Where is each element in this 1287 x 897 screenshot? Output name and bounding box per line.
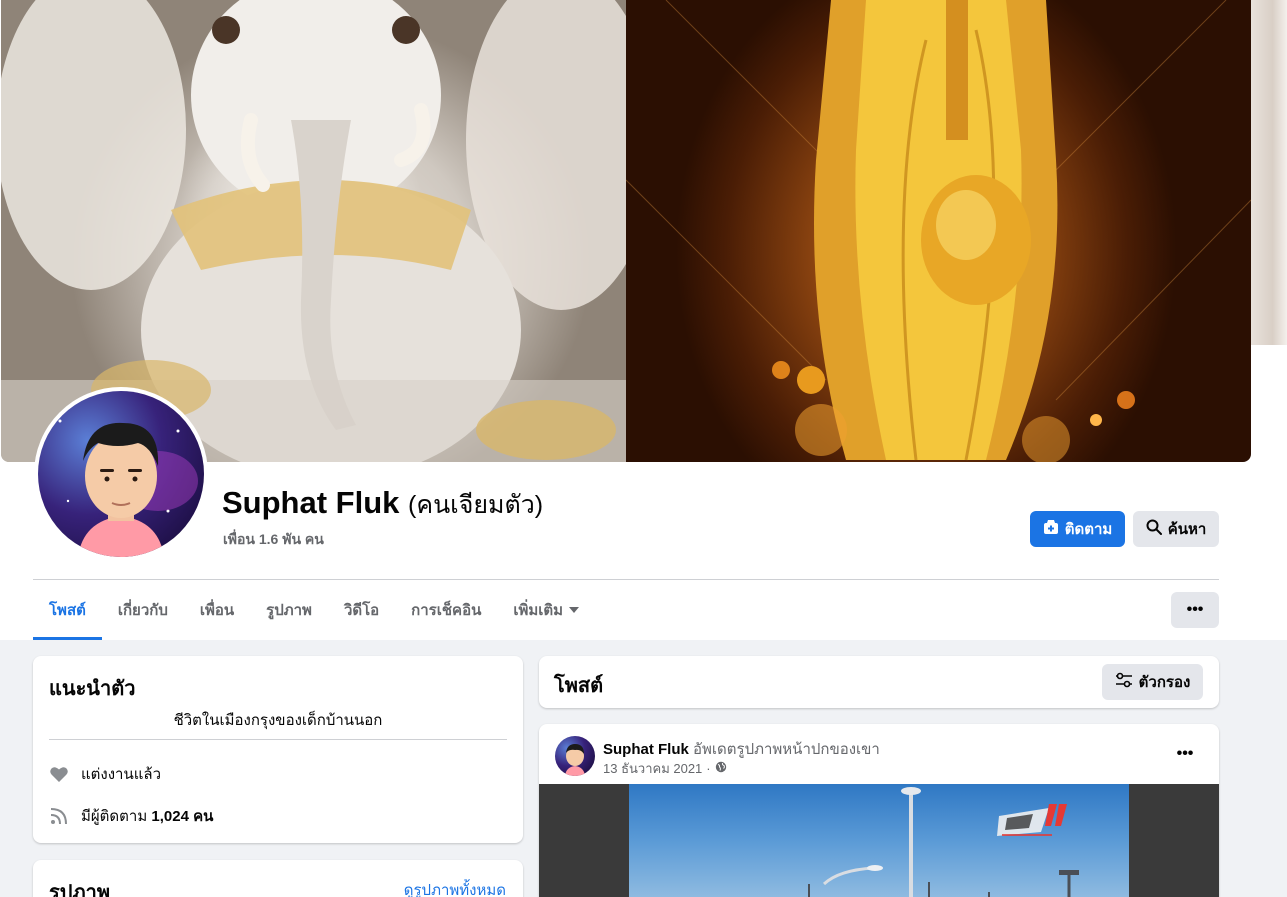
profile-display-name: Suphat Fluk	[222, 485, 400, 520]
post-author-avatar[interactable]	[555, 736, 595, 776]
followers-count: 1,024 คน	[151, 808, 214, 825]
intro-divider	[49, 739, 507, 740]
profile-name: Suphat Fluk (คนเจียมตัว)	[222, 485, 543, 525]
search-button-label: ค้นหา	[1167, 521, 1207, 538]
post-meta: 13 ธันวาคม 2021 ·	[603, 758, 727, 779]
profile-search-button[interactable]: ค้นหา	[1133, 511, 1219, 547]
search-icon	[1146, 519, 1162, 539]
profile-tabs: โพสต์ เกี่ยวกับ เพื่อน รูปภาพ วิดีโอ การ…	[33, 580, 595, 640]
profile-alternate-name: (คนเจียมตัว)	[408, 491, 544, 519]
follow-button[interactable]: ติดตาม	[1030, 511, 1125, 547]
tab-more[interactable]: เพิ่มเติม	[497, 580, 595, 640]
follow-icon	[1043, 519, 1059, 539]
photos-title: รูปภาพ	[49, 882, 111, 897]
tab-photos[interactable]: รูปภาพ	[250, 580, 328, 640]
meta-separator: ·	[706, 761, 711, 776]
caret-down-icon	[569, 607, 580, 613]
posts-title: โพสต์	[554, 675, 604, 697]
post-cover-image[interactable]	[629, 784, 1129, 897]
relationship-status: แต่งงานแล้ว	[81, 766, 162, 783]
page-edge-background	[1251, 0, 1287, 345]
post-card: Suphat Fluk อัพเดตรูปภาพหน้าปกของเขา 13 …	[539, 724, 1219, 897]
cover-photo-golden-statue	[626, 0, 1251, 462]
filter-sliders-icon	[1115, 672, 1133, 692]
post-more-options-button[interactable]: •••	[1167, 738, 1203, 770]
post-image-frame	[539, 784, 1219, 897]
filter-button-label: ตัวกรอง	[1138, 674, 1191, 691]
intro-relationship-row: แต่งงานแล้ว	[49, 762, 161, 786]
intro-followers-row: มีผู้ติดตาม 1,024 คน	[49, 804, 213, 828]
see-all-photos-link[interactable]: ดูรูปภาพทั้งหมด	[404, 878, 506, 897]
post-date[interactable]: 13 ธันวาคม 2021	[603, 758, 702, 779]
cover-photo[interactable]	[1, 0, 1251, 462]
tab-checkins[interactable]: การเช็คอิน	[395, 580, 497, 640]
rss-followers-icon	[49, 806, 69, 826]
tab-label: เพื่อน	[199, 602, 235, 619]
tab-label: วิดีโอ	[343, 602, 380, 619]
profile-avatar[interactable]	[38, 391, 204, 557]
tab-videos[interactable]: วิดีโอ	[328, 580, 395, 640]
intro-bio: ชีวิตในเมืองกรุงของเด็กบ้านนอก	[173, 712, 383, 729]
tab-posts[interactable]: โพสต์	[33, 580, 102, 640]
tab-label: การเช็คอิน	[411, 602, 482, 619]
intro-card: แนะนำตัว ชีวิตในเมืองกรุงของเด็กบ้านนอก …	[33, 656, 523, 843]
post-author-name[interactable]: Suphat Fluk	[603, 741, 689, 758]
follow-button-label: ติดตาม	[1064, 521, 1113, 538]
intro-title: แนะนำตัว	[49, 678, 136, 700]
more-dots-icon: •••	[1176, 745, 1194, 762]
profile-more-options-button[interactable]: •••	[1171, 592, 1219, 628]
tab-label: โพสต์	[49, 602, 86, 619]
globe-icon	[715, 761, 727, 776]
tab-about[interactable]: เกี่ยวกับ	[102, 580, 184, 640]
tab-label: รูปภาพ	[266, 602, 312, 619]
followers-prefix: มีผู้ติดตาม	[81, 808, 148, 825]
post-action-text: อัพเดตรูปภาพหน้าปกของเขา	[693, 741, 880, 758]
filter-button[interactable]: ตัวกรอง	[1102, 664, 1203, 700]
tab-friends[interactable]: เพื่อน	[184, 580, 250, 640]
photos-card: รูปภาพ ดูรูปภาพทั้งหมด	[33, 860, 523, 897]
friends-count[interactable]: เพื่อน 1.6 พัน คน	[223, 529, 324, 551]
tab-label: เพิ่มเติม	[513, 602, 564, 619]
more-dots-icon: •••	[1186, 601, 1204, 618]
followers-text[interactable]: มีผู้ติดตาม 1,024 คน	[81, 804, 213, 828]
heart-icon	[49, 764, 69, 784]
tab-label: เกี่ยวกับ	[117, 602, 168, 619]
posts-header-card: โพสต์ ตัวกรอง	[539, 656, 1219, 708]
